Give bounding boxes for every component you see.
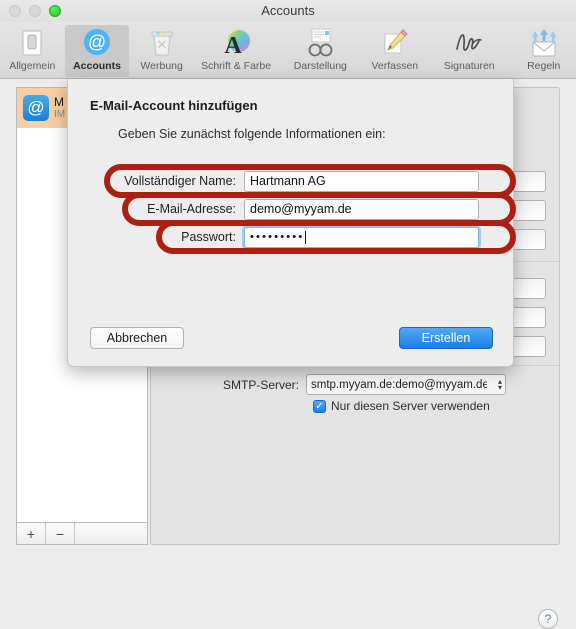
sheet-subtitle: Geben Sie zunächst folgende Informatione… [118, 127, 386, 141]
toolbar-item-accounts[interactable]: @ Accounts [64, 25, 130, 77]
smtp-server-label: SMTP-Server: [222, 377, 299, 392]
svg-text:@: @ [88, 32, 106, 52]
toolbar-label: Allgemein [9, 60, 56, 72]
toolbar-label: Signaturen [443, 60, 495, 72]
glasses-icon [304, 27, 336, 59]
toolbar-item-allgemein[interactable]: Allgemein [0, 25, 65, 77]
rules-envelope-icon [528, 27, 560, 59]
obscured-field-2[interactable] [510, 200, 546, 221]
text-caret [305, 230, 307, 244]
cancel-button[interactable]: Abbrechen [90, 327, 184, 349]
account-text-group: M IM [54, 96, 65, 120]
full-name-input[interactable]: Hartmann AG [244, 170, 479, 192]
form-row-full-name: Vollständiger Name: Hartmann AG [114, 170, 479, 192]
at-sign-account-icon: @ [23, 95, 49, 121]
remove-account-button[interactable]: − [46, 523, 75, 544]
toolbar-item-darstellung[interactable]: Darstellung [278, 25, 362, 77]
full-name-label: Vollständiger Name: [124, 174, 236, 188]
detail-divider [509, 261, 559, 262]
smtp-only-checkbox-label: Nur diesen Server verwenden [331, 399, 490, 413]
general-icon [16, 27, 48, 59]
toolbar-label: Accounts [73, 60, 121, 72]
form-row-email: E-Mail-Adresse: demo@myyam.de [132, 198, 479, 220]
chevron-down-icon: ▾ [497, 382, 502, 392]
smtp-only-checkbox-row[interactable]: ✓ Nur diesen Server verwenden [313, 399, 490, 413]
toolbar-label: Darstellung [293, 60, 347, 72]
detail-divider-2 [509, 365, 559, 366]
toolbar-item-regeln[interactable]: Regeln [511, 25, 576, 77]
smtp-server-select[interactable]: smtp.myyam.de:demo@myyam.de ▴ ▾ [306, 374, 506, 395]
toolbar-label: Verfassen [371, 60, 419, 72]
smtp-server-value: smtp.myyam.de:demo@myyam.de [311, 378, 487, 391]
email-value: demo@myyam.de [250, 202, 352, 216]
form-row-password: Passwort: ••••••••• [166, 226, 479, 248]
account-name: M [54, 95, 64, 109]
accounts-list-controls: + − [16, 523, 148, 545]
add-email-account-sheet: E-Mail-Account hinzufügen Geben Sie zunä… [67, 79, 516, 367]
obscured-field-3[interactable] [510, 229, 546, 250]
sheet-title: E-Mail-Account hinzufügen [90, 98, 258, 113]
pencil-note-icon [379, 27, 411, 59]
help-button[interactable]: ? [538, 609, 558, 629]
toolbar-label: Regeln [527, 60, 561, 72]
password-input[interactable]: ••••••••• [244, 226, 479, 248]
email-label: E-Mail-Adresse: [147, 202, 236, 216]
create-button[interactable]: Erstellen [399, 327, 493, 349]
email-input[interactable]: demo@myyam.de [244, 198, 479, 220]
toolbar-item-werbung[interactable]: ✕ Werbung [129, 25, 194, 77]
obscured-field-4[interactable] [510, 278, 546, 299]
toolbar-item-signaturen[interactable]: Signaturen [427, 25, 511, 77]
password-label: Passwort: [181, 230, 236, 244]
junk-trash-icon: ✕ [146, 27, 178, 59]
window-title: Accounts [261, 3, 315, 18]
preferences-toolbar: Allgemein @ Accounts ✕ Werbung A Schrift… [0, 22, 576, 79]
toolbar-item-verfassen[interactable]: Verfassen [362, 25, 427, 77]
account-type: IM [54, 109, 66, 121]
checkbox-checked-icon[interactable]: ✓ [313, 399, 326, 413]
obscured-field-5[interactable] [510, 307, 546, 328]
smtp-server-row: SMTP-Server: smtp.myyam.de:demo@myyam.de… [151, 374, 561, 395]
svg-text:✕: ✕ [156, 37, 167, 52]
chevron-updown-icon: ▴ ▾ [497, 377, 502, 392]
window-titlebar: Accounts [0, 0, 576, 22]
svg-text:A: A [224, 33, 242, 59]
preferences-window: Accounts Allgemein @ Accounts ✕ Werbung … [0, 0, 576, 629]
font-color-icon: A [220, 27, 252, 59]
signature-icon [453, 27, 485, 59]
toolbar-label: Werbung [140, 60, 183, 72]
toolbar-item-schrift-farbe[interactable]: A Schrift & Farbe [194, 25, 278, 77]
controls-filler [75, 523, 147, 544]
password-value: ••••••••• [250, 231, 305, 243]
toolbar-label: Schrift & Farbe [201, 60, 272, 72]
obscured-field-6[interactable] [510, 336, 546, 357]
add-account-button[interactable]: + [17, 523, 46, 544]
full-name-value: Hartmann AG [250, 174, 326, 188]
obscured-field-1[interactable] [510, 171, 546, 192]
at-sign-icon: @ [81, 27, 113, 59]
